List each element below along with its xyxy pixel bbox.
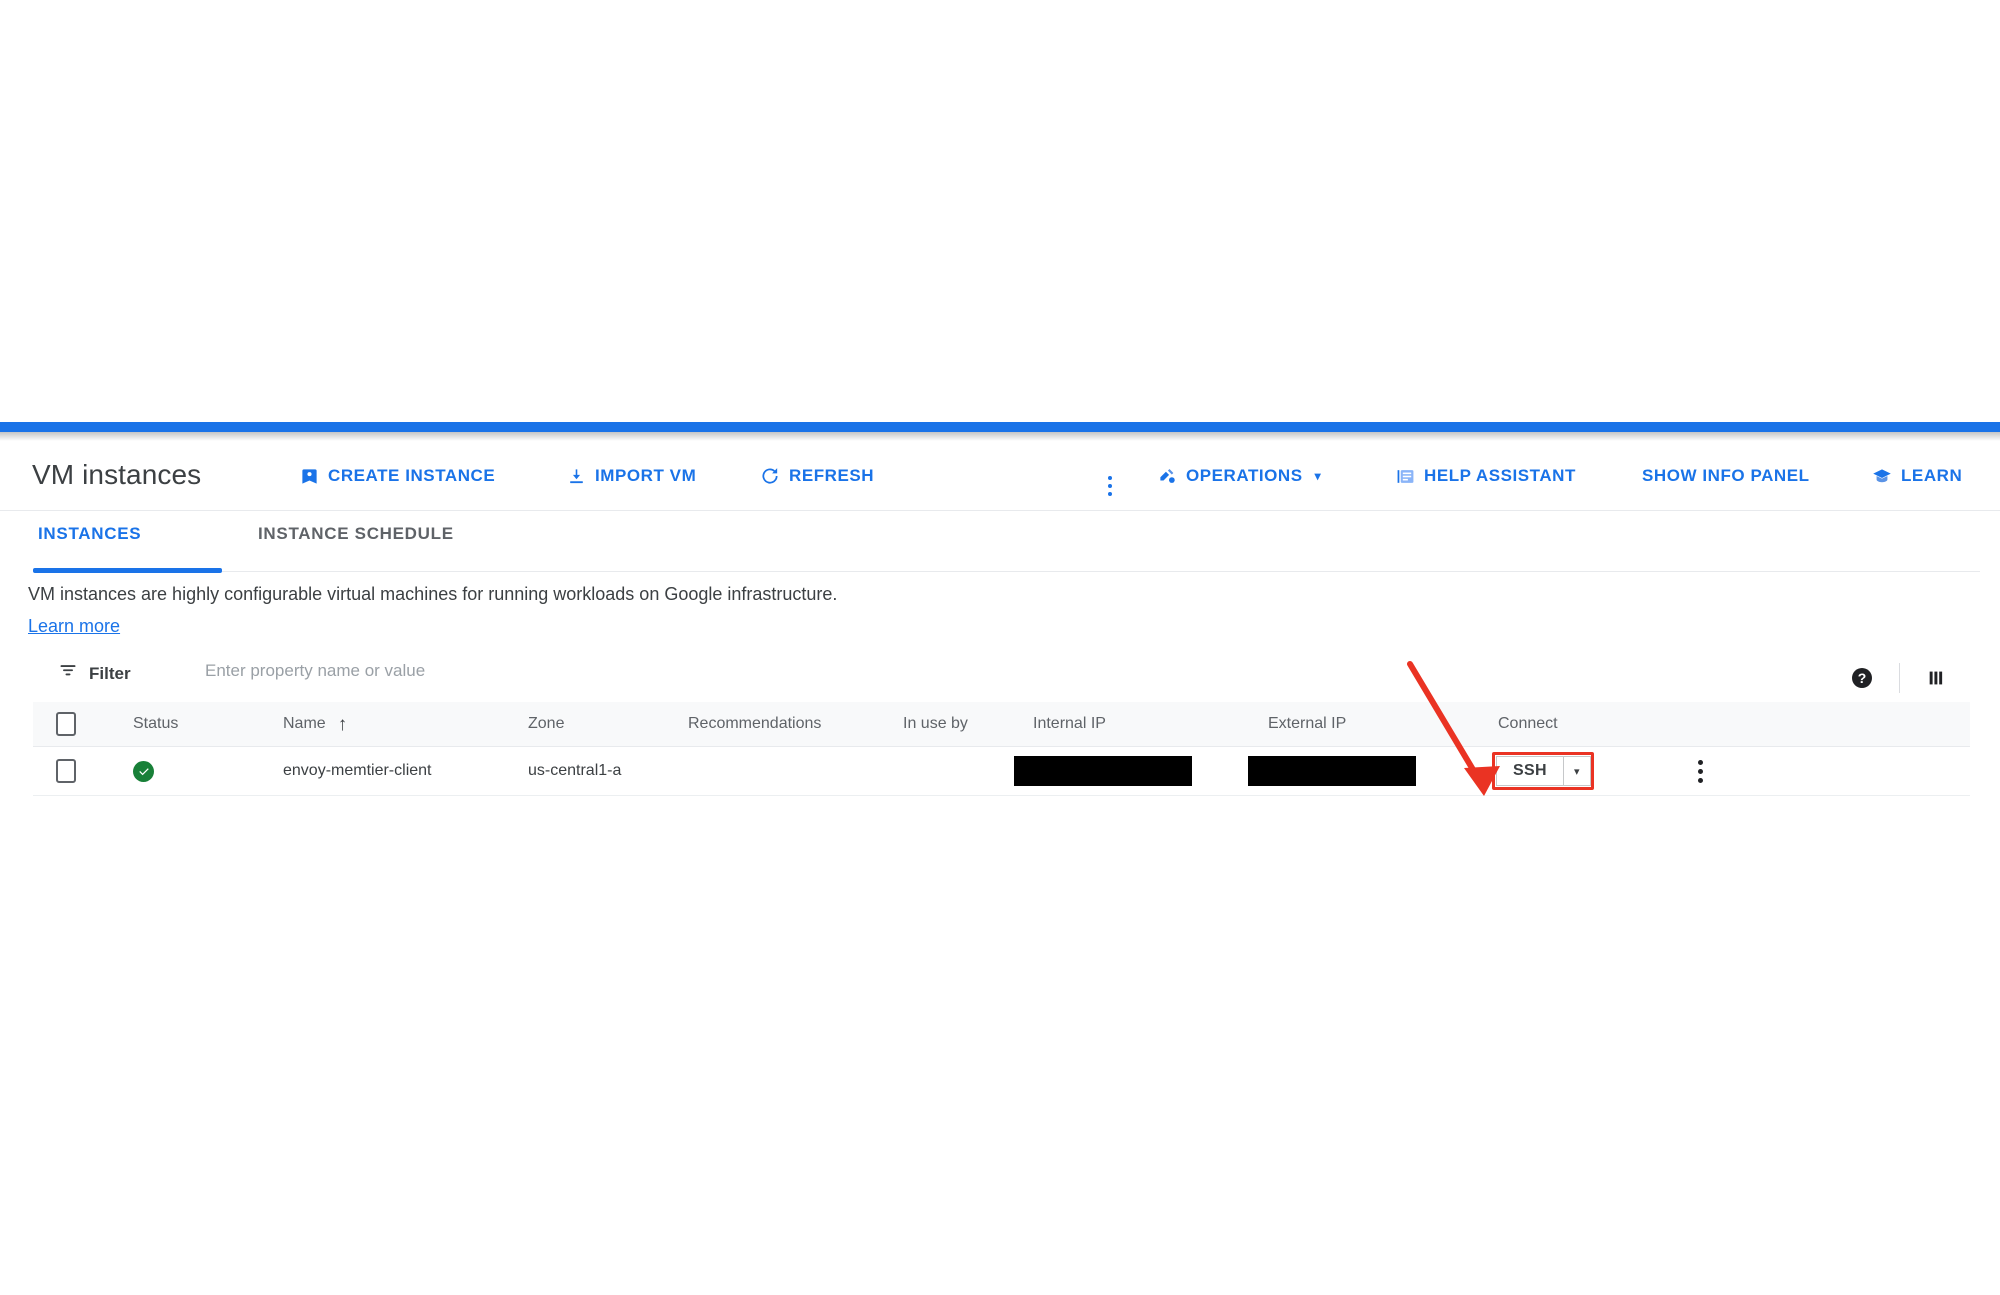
column-display-icon[interactable] [1916,657,1958,699]
operations-button[interactable]: OPERATIONS ▾ [1158,466,1321,486]
page-header: VM instances CREATE INSTANCE IMPORT VM R… [0,441,2000,511]
status-running-icon [133,760,154,782]
create-instance-label: CREATE INSTANCE [328,466,496,485]
import-vm-button[interactable]: IMPORT VM [567,466,696,486]
learn-graduation-icon [1872,466,1892,486]
table-header-row: Status Name ↑ Zone Recommendations In us… [33,702,1970,747]
row-internal-ip-cell [1014,747,1192,795]
create-instance-button[interactable]: CREATE INSTANCE [300,466,495,486]
row-name-cell[interactable]: envoy-memtier-client [283,747,431,795]
select-all-checkbox-cell [56,702,76,746]
column-header-in-use-by[interactable]: In use by [903,702,968,746]
ssh-connect-button[interactable]: SSH ▾ [1496,756,1591,786]
vm-instances-console-panel: VM instances CREATE INSTANCE IMPORT VM R… [0,422,2000,856]
row-select-checkbox[interactable] [56,759,76,783]
top-accent-shadow [0,432,2000,441]
tab-instances[interactable]: INSTANCES [38,524,141,544]
tab-instance-schedule[interactable]: INSTANCE SCHEDULE [258,524,454,544]
top-accent-bar [0,422,2000,432]
operations-label: OPERATIONS [1186,466,1303,485]
ssh-label: SSH [1513,762,1547,779]
row-more-options-icon[interactable] [1688,758,1712,784]
show-info-panel-label: SHOW INFO PANEL [1642,466,1810,485]
column-header-internal-ip[interactable]: Internal IP [1033,702,1106,746]
operations-caret-icon: ▾ [1314,469,1322,483]
bookmark-instance-icon [300,467,319,486]
select-all-checkbox[interactable] [56,712,76,736]
external-ip-redaction [1248,756,1416,786]
toolbar-more-options-icon[interactable] [1098,473,1122,499]
filter-icon [58,661,78,686]
vm-instances-table: Status Name ↑ Zone Recommendations In us… [33,702,1970,796]
row-external-ip-cell [1248,747,1416,795]
operations-icon [1158,467,1177,486]
row-zone-cell: us-central1-a [528,762,622,779]
filter-button[interactable]: Filter [58,661,131,686]
download-icon [567,467,586,486]
import-vm-label: IMPORT VM [595,466,697,485]
refresh-label: REFRESH [789,466,875,485]
internal-ip-redaction [1014,756,1192,786]
column-header-name-label: Name [283,715,326,732]
column-header-recommendations[interactable]: Recommendations [688,702,821,746]
filter-actions-divider [1899,663,1900,693]
tab-active-underline [33,568,222,573]
svg-text:?: ? [1858,670,1867,686]
column-header-status[interactable]: Status [133,702,178,746]
column-header-name[interactable]: Name ↑ [283,702,347,746]
row-checkbox-cell [56,747,76,795]
tabs-row: INSTANCES INSTANCE SCHEDULE [0,512,2000,576]
table-row[interactable]: envoy-memtier-client us-central1-a SSH ▾ [33,747,1970,796]
column-header-external-ip[interactable]: External IP [1268,702,1346,746]
learn-more-link[interactable]: Learn more [28,616,120,636]
page-title: VM instances [32,459,202,490]
page-description-text: VM instances are highly configurable vir… [28,584,838,604]
tabs-divider [222,571,1980,572]
filter-label: Filter [89,663,131,683]
ssh-dropdown-caret-icon[interactable]: ▾ [1564,757,1590,785]
filter-bar: Filter ? [33,646,1970,702]
help-circle-icon[interactable]: ? [1841,657,1883,699]
help-assistant-icon [1396,467,1415,486]
refresh-button[interactable]: REFRESH [760,466,874,486]
help-assistant-button[interactable]: HELP ASSISTANT [1396,466,1576,486]
column-header-zone[interactable]: Zone [528,702,564,746]
learn-label: LEARN [1901,466,1963,485]
show-info-panel-button[interactable]: SHOW INFO PANEL [1642,466,1810,486]
filter-input[interactable] [203,660,1107,682]
sort-ascending-icon: ↑ [337,713,348,735]
column-header-connect[interactable]: Connect [1498,702,1558,746]
refresh-icon [760,466,780,486]
help-assistant-label: HELP ASSISTANT [1424,466,1576,485]
filter-actions: ? [1841,657,1958,699]
row-status-cell [133,747,154,795]
page-description: VM instances are highly configurable vir… [28,578,888,642]
learn-button[interactable]: LEARN [1872,466,1962,486]
